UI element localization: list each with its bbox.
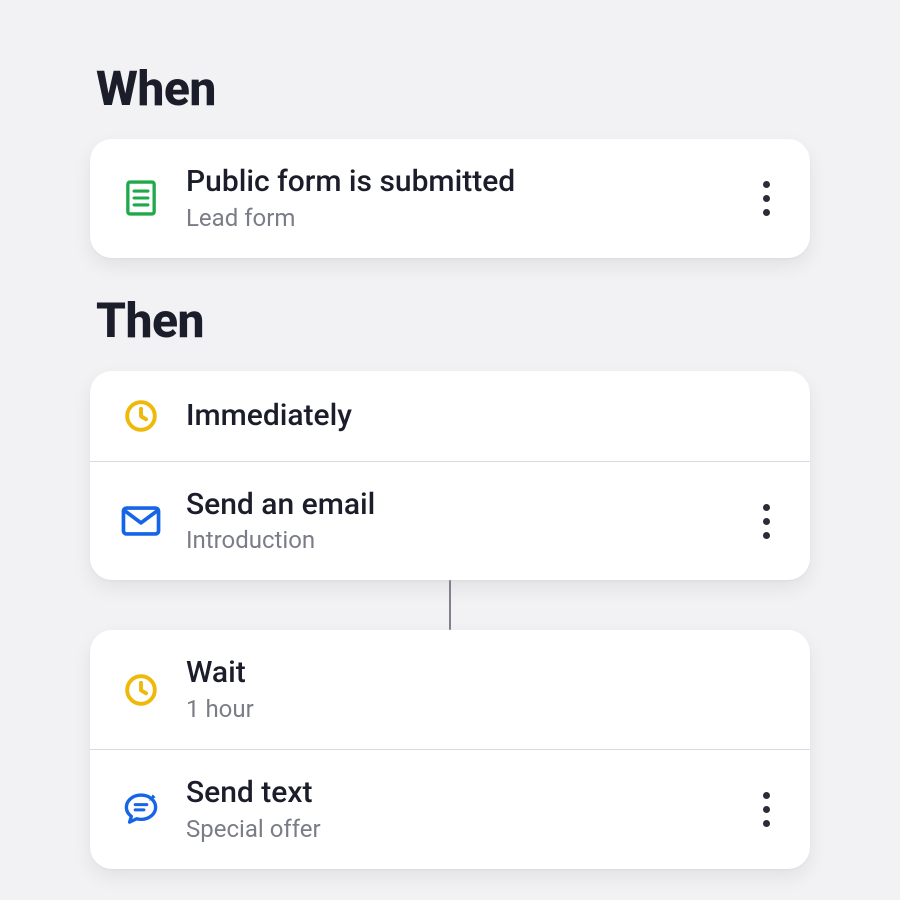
sms-icon: [120, 788, 162, 830]
connector: [90, 580, 810, 630]
trigger-card[interactable]: Public form is submitted Lead form: [90, 139, 810, 258]
text-body: Send text Special offer: [186, 774, 728, 845]
text-menu-button[interactable]: [752, 787, 780, 831]
action-group-2: Wait 1 hour Send text Special offer: [90, 630, 810, 868]
wait-body: Wait 1 hour: [186, 654, 780, 725]
trigger-row: Public form is submitted Lead form: [90, 139, 810, 258]
wait-title: Wait: [186, 654, 780, 692]
email-icon: [120, 500, 162, 542]
wait-row[interactable]: Wait 1 hour: [90, 630, 810, 749]
immediate-body: Immediately: [186, 397, 780, 435]
when-heading: When: [96, 60, 810, 117]
then-heading: Then: [96, 292, 810, 349]
trigger-subtitle: Lead form: [186, 203, 728, 234]
wait-subtitle: 1 hour: [186, 694, 780, 725]
trigger-body: Public form is submitted Lead form: [186, 163, 728, 234]
text-row[interactable]: Send text Special offer: [90, 749, 810, 869]
immediate-row[interactable]: Immediately: [90, 371, 810, 461]
trigger-title: Public form is submitted: [186, 163, 728, 201]
clock-icon: [120, 395, 162, 437]
email-title: Send an email: [186, 486, 728, 524]
email-menu-button[interactable]: [752, 499, 780, 543]
text-subtitle: Special offer: [186, 814, 728, 845]
email-row[interactable]: Send an email Introduction: [90, 461, 810, 581]
clock-icon: [120, 669, 162, 711]
email-subtitle: Introduction: [186, 525, 728, 556]
trigger-menu-button[interactable]: [752, 176, 780, 220]
immediate-title: Immediately: [186, 397, 780, 435]
email-body: Send an email Introduction: [186, 486, 728, 557]
form-icon: [120, 177, 162, 219]
action-group-1: Immediately Send an email Introduction: [90, 371, 810, 581]
text-title: Send text: [186, 774, 728, 812]
